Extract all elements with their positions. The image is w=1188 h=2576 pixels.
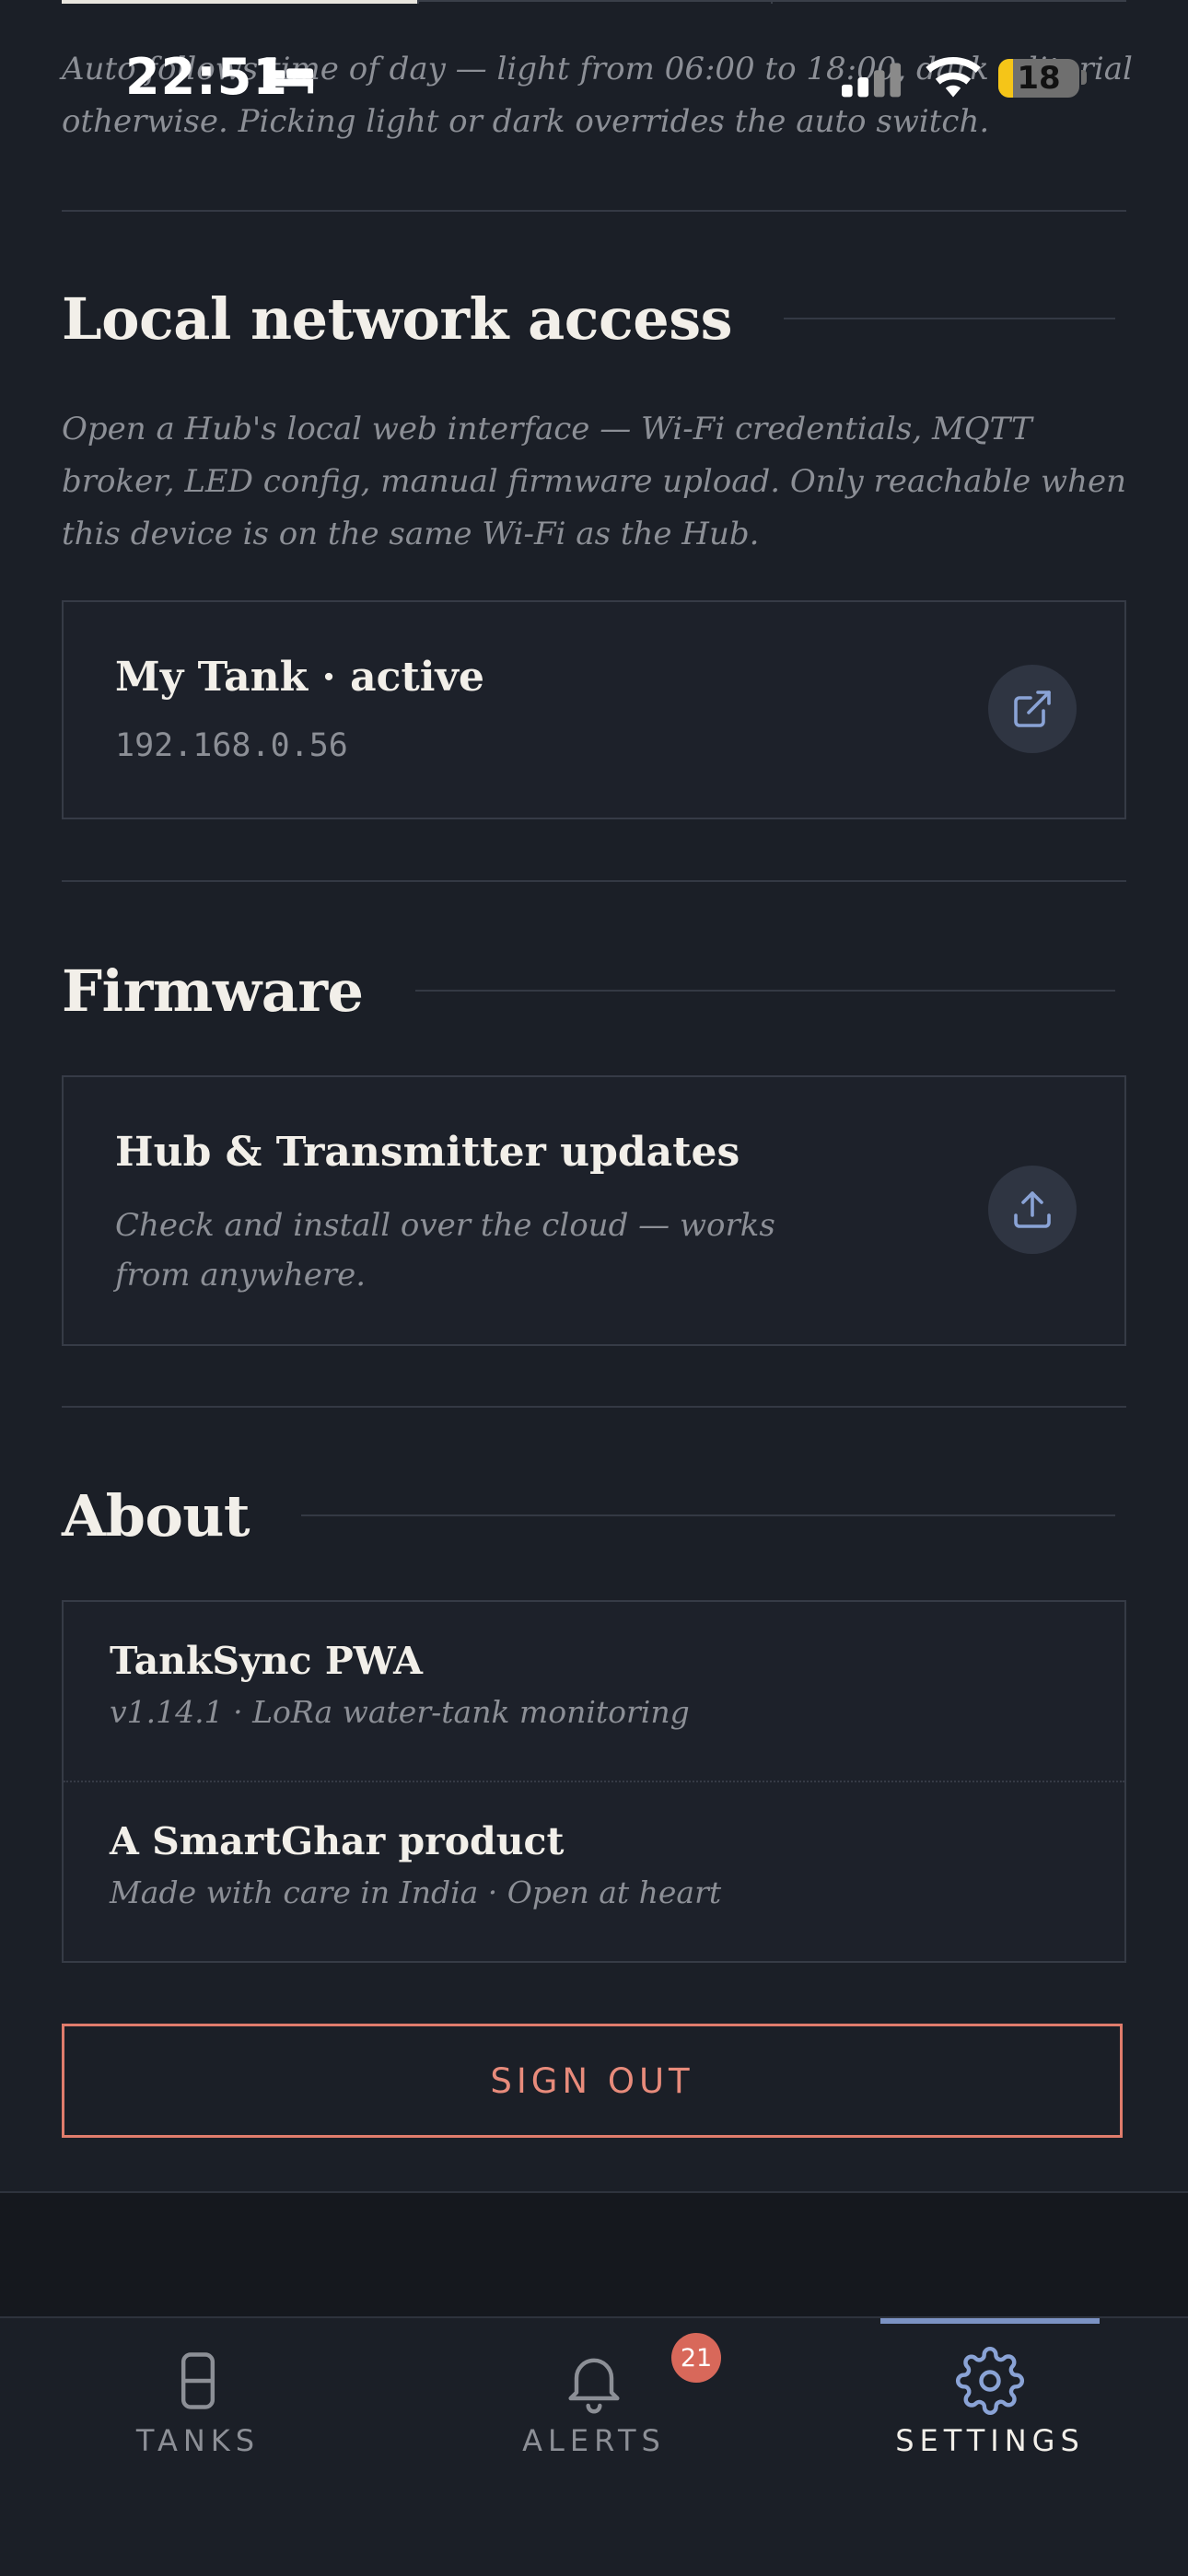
battery-icon: 18: [998, 59, 1079, 98]
hub-local-link-card[interactable]: My Tank · active 192.168.0.56: [62, 600, 1126, 819]
hub-ip-address: 192.168.0.56: [115, 727, 348, 764]
local-network-section-header: Local network access: [62, 282, 1115, 355]
alerts-count-badge: 21: [671, 2333, 721, 2383]
about-row-title: A SmartGhar product: [110, 1819, 565, 1863]
settings-page: Auto follows time of day — light from 06…: [0, 0, 1188, 2576]
gear-icon: [955, 2346, 1025, 2416]
firmware-card-title: Hub & Transmitter updates: [115, 1129, 740, 1176]
bed-icon: [262, 63, 314, 94]
about-row-subtitle: v1.14.1 · LoRa water-tank monitoring: [110, 1694, 690, 1730]
section-divider: [62, 1406, 1126, 1408]
section-divider: [62, 880, 1126, 882]
bell-icon: [568, 2358, 620, 2414]
section-title: Firmware: [62, 957, 364, 1025]
status-bar: 22:51 18: [0, 37, 1188, 120]
about-row-title: TankSync PWA: [110, 1639, 423, 1683]
firmware-section-header: Firmware: [62, 954, 1115, 1027]
about-section-header: About: [62, 1479, 1115, 1552]
firmware-updates-card[interactable]: Hub & Transmitter updates Check and inst…: [62, 1075, 1126, 1346]
tab-label: SETTINGS: [895, 2423, 1085, 2458]
bottom-tab-bar: TANKS ALERTS 21 SETTINGS: [0, 2316, 1188, 2576]
tank-icon: [181, 2352, 215, 2409]
about-row-subtitle: Made with care in India · Open at heart: [110, 1874, 722, 1910]
wifi-icon: [926, 57, 981, 98]
about-card: TankSync PWA v1.14.1 · LoRa water-tank m…: [62, 1600, 1126, 1963]
open-local-interface-button[interactable]: [988, 665, 1077, 753]
tab-label: ALERTS: [522, 2423, 666, 2458]
tab-label: TANKS: [135, 2423, 261, 2458]
section-divider: [62, 210, 1126, 212]
tab-settings[interactable]: SETTINGS: [792, 2318, 1188, 2576]
battery-level: 18: [1017, 60, 1061, 97]
firmware-update-button[interactable]: [988, 1166, 1077, 1254]
section-title: Local network access: [62, 284, 733, 353]
about-row-app: TankSync PWA v1.14.1 · LoRa water-tank m…: [64, 1602, 1124, 1781]
local-network-description: Open a Hub's local web interface — Wi-Fi…: [62, 411, 1127, 552]
sign-out-button[interactable]: SIGN OUT: [62, 2024, 1123, 2138]
theme-segmented-control[interactable]: [62, 0, 1126, 4]
upload-icon: [1014, 1191, 1051, 1228]
segment-selected-indicator: [62, 0, 419, 4]
hub-name: My Tank · active: [115, 654, 484, 701]
tab-alerts[interactable]: ALERTS: [396, 2318, 792, 2576]
cellular-signal-icon: [842, 63, 902, 98]
tab-tanks[interactable]: TANKS: [0, 2318, 396, 2576]
section-title: About: [62, 1481, 250, 1549]
firmware-card-subtitle: Check and install over the cloud — works…: [115, 1207, 775, 1294]
external-link-icon: [1014, 690, 1051, 727]
about-row-company: A SmartGhar product Made with care in In…: [64, 1782, 1124, 1961]
page-footer-band: [0, 2191, 1188, 2318]
